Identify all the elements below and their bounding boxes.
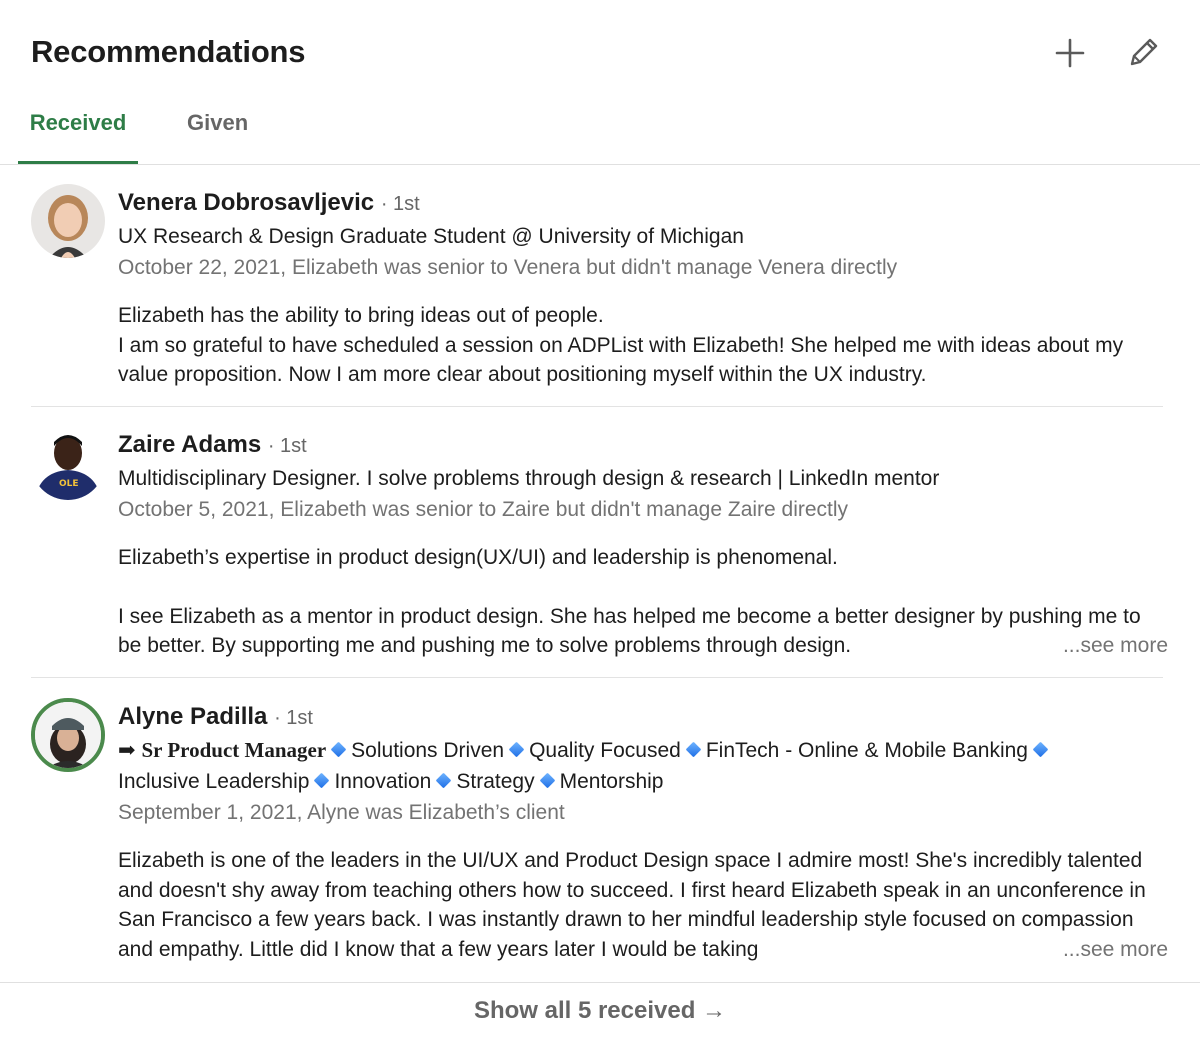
tab-given-label: Given (187, 110, 249, 135)
recommendation-text-line: I am so grateful to have scheduled a ses… (118, 333, 1124, 387)
connection-degree: · 1st (267, 435, 307, 457)
show-all-received-button[interactable]: Show all 5 received → (0, 997, 1200, 1025)
recommender-name[interactable]: Alyne Padilla (118, 703, 267, 730)
recommendation-text-line: Elizabeth is one of the leaders in the U… (118, 849, 1146, 961)
recommendations-header: Recommendations (0, 0, 1200, 100)
avatar[interactable] (31, 698, 105, 772)
recommendation-text: Elizabeth has the ability to bring ideas… (118, 301, 1168, 390)
recommendation-text-line: I see Elizabeth as a mentor in product d… (118, 604, 1141, 658)
headline-item: Mentorship (559, 770, 664, 793)
recommendation-meta: September 1, 2021, Alyne was Elizabeth’s… (118, 801, 565, 824)
pencil-icon (1130, 38, 1158, 66)
recommendation-item: Alyne Padilla · 1st ➡ Sr Product Manager… (31, 698, 1168, 968)
edit-recommendations-button[interactable] (1120, 30, 1166, 76)
recommendation-text-line: Elizabeth’s expertise in product design(… (118, 546, 838, 569)
see-more-link[interactable]: ...see more (1052, 631, 1168, 661)
blue-diamond-icon (1032, 742, 1049, 758)
blue-diamond-icon (685, 742, 702, 758)
blue-diamond-icon (314, 773, 330, 789)
recommender-name[interactable]: Zaire Adams (118, 431, 261, 458)
tab-given[interactable]: Given (187, 110, 248, 163)
headline-item: Quality Focused (529, 739, 681, 762)
headline-item: Strategy (456, 770, 535, 793)
blue-diamond-icon (330, 742, 347, 758)
recommendation-meta: October 5, 2021, Elizabeth was senior to… (118, 498, 849, 521)
headline-item: Solutions Driven (351, 739, 505, 762)
see-more-link[interactable]: ...see more (1052, 934, 1168, 964)
recommender-name[interactable]: Venera Dobrosavljevic (118, 189, 374, 216)
recommendation-item: OLE Zaire Adams · 1st Multidisciplinary … (31, 426, 1168, 666)
profile-photo-icon: OLE (31, 426, 105, 500)
blue-diamond-icon (539, 773, 555, 789)
blue-diamond-icon (508, 742, 525, 758)
recommendation-text: Elizabeth’s expertise in product design(… (118, 543, 1168, 661)
headline-title: Sr Product Manager (141, 738, 327, 762)
headline-item: FinTech - Online & Mobile Banking (705, 739, 1028, 762)
divider (31, 406, 1163, 407)
avatar[interactable]: OLE (31, 426, 105, 500)
recommendations-footer: Show all 5 received → (0, 982, 1200, 1044)
recommender-headline: ➡ Sr Product Manager Solutions Driven Qual… (118, 735, 1168, 797)
blue-diamond-icon (436, 773, 452, 789)
connection-degree: · 1st (274, 707, 313, 729)
recommendation-item: Venera Dobrosavljevic · 1st UX Research … (31, 184, 1163, 394)
tab-received[interactable]: Received (18, 110, 138, 164)
svg-text:OLE: OLE (59, 479, 79, 489)
profile-photo-icon (35, 702, 101, 768)
arrow-icon: ➡ (118, 738, 136, 762)
recommender-headline: Multidisciplinary Designer. I solve prob… (118, 467, 940, 490)
avatar[interactable] (31, 184, 105, 258)
recommendation-text: Elizabeth is one of the leaders in the U… (118, 846, 1168, 964)
plus-icon (1055, 38, 1085, 68)
divider (31, 677, 1163, 678)
recommendation-meta: October 22, 2021, Elizabeth was senior t… (118, 256, 898, 279)
section-title: Recommendations (31, 34, 306, 69)
recommender-headline: UX Research & Design Graduate Student @ … (118, 225, 744, 248)
add-recommendation-button[interactable] (1047, 30, 1093, 76)
recommendation-tabs: Received Given (0, 100, 1200, 165)
headline-item: Inclusive Leadership (118, 770, 310, 793)
profile-photo-icon (31, 184, 105, 258)
recommendation-text-line: Elizabeth has the ability to bring ideas… (118, 304, 604, 327)
tab-received-label: Received (29, 110, 127, 135)
headline-item: Innovation (334, 770, 432, 793)
connection-degree: · 1st (380, 193, 420, 215)
